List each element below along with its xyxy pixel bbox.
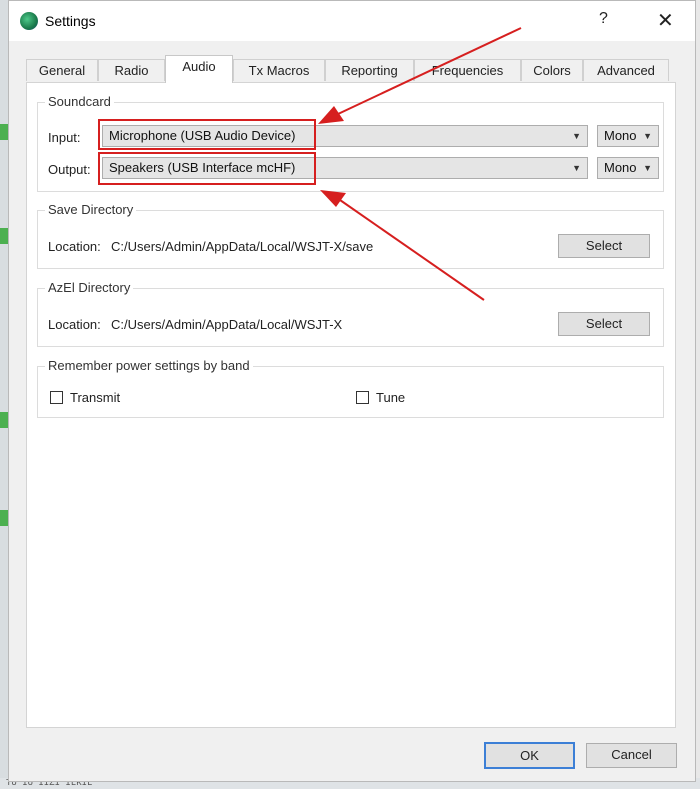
annotation-arrows [318, 27, 522, 301]
output-arrow-head [320, 190, 346, 207]
input-arrow-head [318, 106, 344, 124]
output-arrow-line [339, 199, 485, 301]
tab-audio[interactable]: Audio [165, 55, 233, 83]
input-arrow-line [337, 27, 522, 115]
